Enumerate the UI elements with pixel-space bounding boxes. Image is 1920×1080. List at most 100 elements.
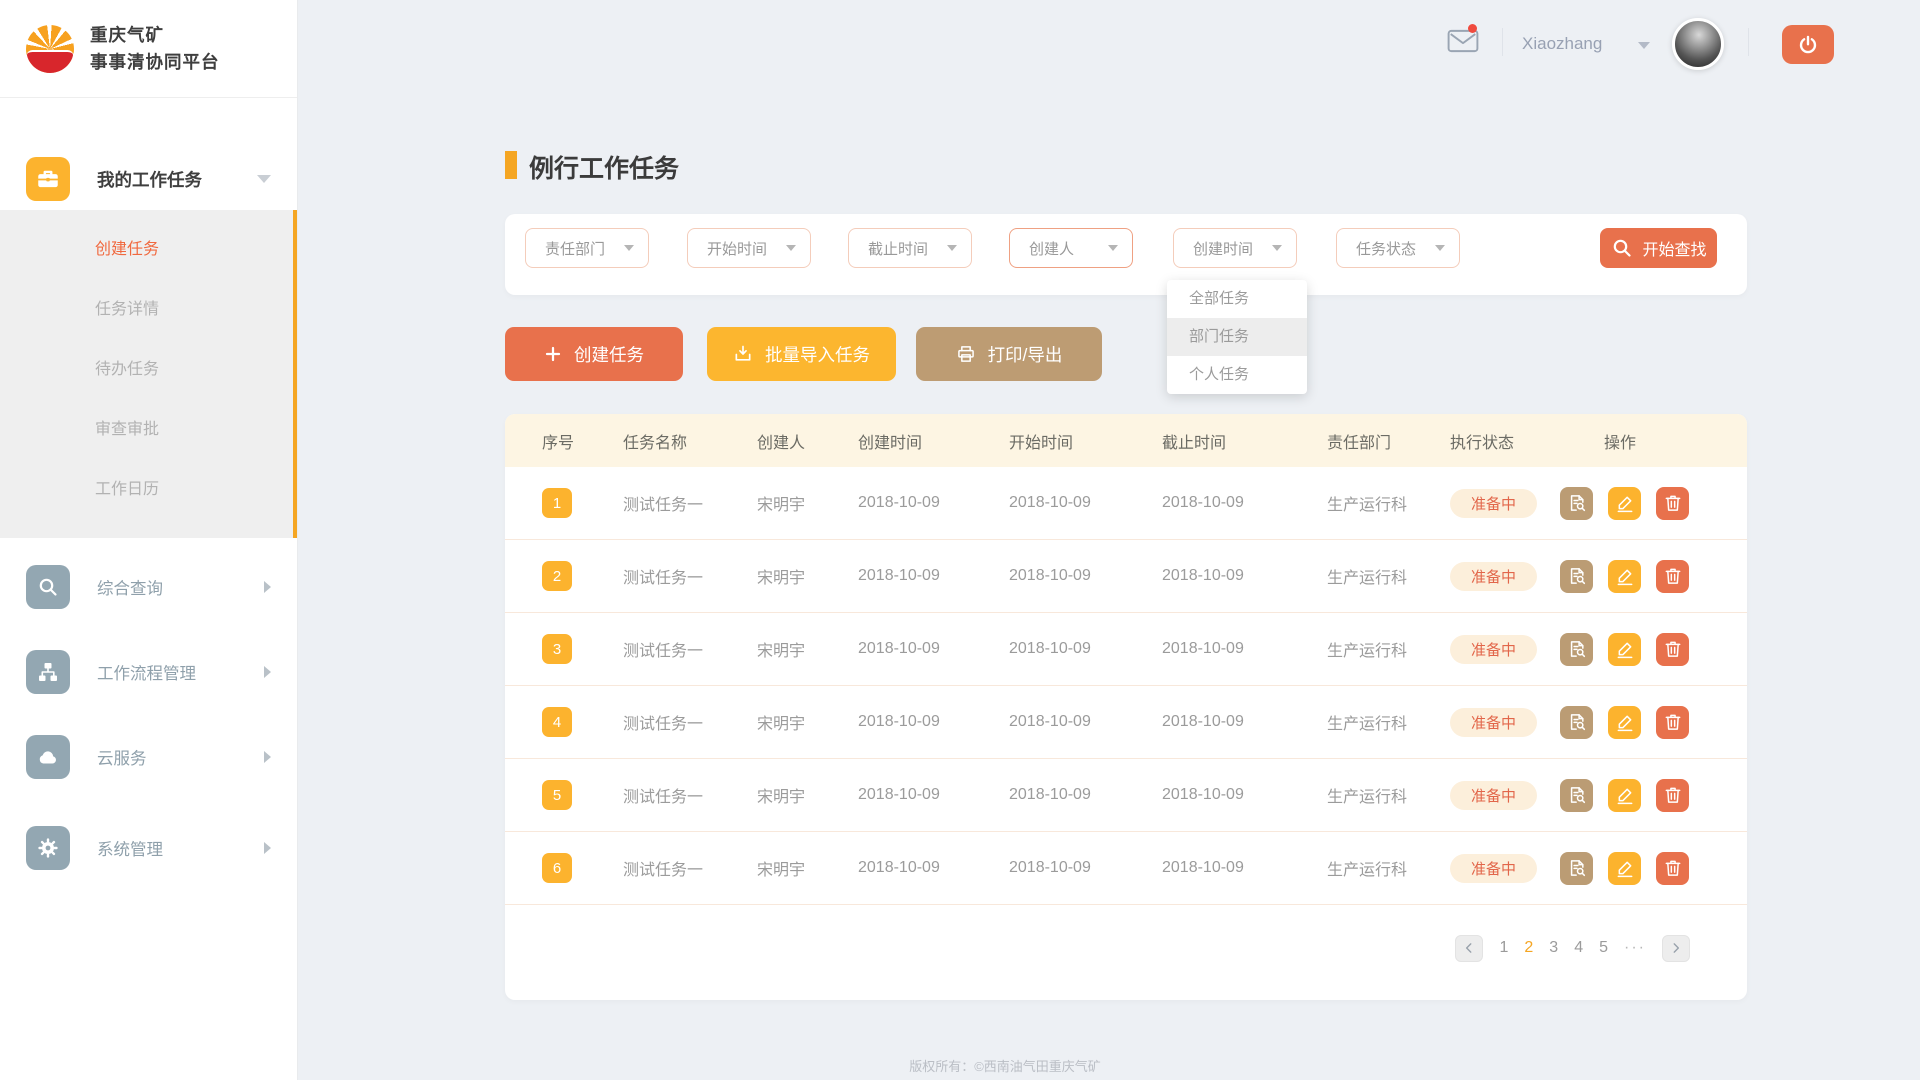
sidebar-group-cloud[interactable]: 云服务 <box>0 735 297 779</box>
search-button[interactable]: 开始查找 <box>1600 228 1717 268</box>
caret-down-icon <box>1272 245 1282 251</box>
view-button[interactable] <box>1560 633 1593 666</box>
gear-icon <box>26 826 70 870</box>
edit-button[interactable] <box>1608 779 1641 812</box>
sidebar-item-2[interactable]: 任务详情 <box>0 280 297 340</box>
filter-select-4[interactable]: 创建人 <box>1009 228 1133 268</box>
task-table-card: 序号任务名称创建人创建时间开始时间截止时间责任部门执行状态操作 1 测试任务一宋明… <box>505 414 1747 1000</box>
notification-dot <box>1468 24 1477 33</box>
dropdown-option-1[interactable]: 全部任务 <box>1167 280 1307 318</box>
created-date-cell: 2018-10-09 <box>858 859 940 876</box>
sidebar-item-4[interactable]: 审查审批 <box>0 400 297 460</box>
row-number-badge: 1 <box>542 488 572 518</box>
filter-select-3[interactable]: 截止时间 <box>848 228 972 268</box>
delete-button[interactable] <box>1656 633 1689 666</box>
page-title: 例行工作任务 <box>529 149 679 185</box>
edit-button[interactable] <box>1608 706 1641 739</box>
filter-select-1[interactable]: 责任部门 <box>525 228 649 268</box>
column-header-1: 序号 <box>542 429 623 453</box>
user-menu-caret-icon[interactable] <box>1638 42 1650 49</box>
dropdown-option-2[interactable]: 部门任务 <box>1167 318 1307 356</box>
end-date-cell: 2018-10-09 <box>1162 567 1244 584</box>
edit-button[interactable] <box>1608 852 1641 885</box>
caret-down-icon <box>947 245 957 251</box>
edit-icon <box>1615 858 1635 878</box>
task-name-cell: 测试任务一 <box>623 497 703 514</box>
pagination: 12345··· <box>505 906 1747 1000</box>
filter-select-label: 创建时间 <box>1193 238 1253 259</box>
page-number-3[interactable]: 3 <box>1549 939 1558 957</box>
chevron-right-icon <box>264 842 271 854</box>
dropdown-option-3[interactable]: 个人任务 <box>1167 356 1307 394</box>
view-button[interactable] <box>1560 779 1593 812</box>
delete-button[interactable] <box>1656 706 1689 739</box>
status-badge: 准备中 <box>1450 562 1537 591</box>
view-button[interactable] <box>1560 852 1593 885</box>
delete-button[interactable] <box>1656 487 1689 520</box>
sidebar-group-my-tasks[interactable]: 我的工作任务 <box>0 156 297 202</box>
search-icon <box>1610 236 1634 260</box>
sidebar-submenu: 创建任务任务详情待办任务审查审批工作日历 <box>0 210 297 538</box>
sidebar-item-1[interactable]: 创建任务 <box>0 220 297 280</box>
sidebar: 重庆气矿 事事清协同平台 我的工作任务 创建任务任务详情待办任务审查审批工作日历… <box>0 0 298 1080</box>
delete-icon <box>1663 858 1683 878</box>
action-button-printer[interactable]: 打印/导出 <box>916 327 1102 381</box>
view-button[interactable] <box>1560 487 1593 520</box>
sidebar-group-label: 工作流程管理 <box>97 660 196 684</box>
view-button[interactable] <box>1560 706 1593 739</box>
view-icon <box>1567 493 1587 513</box>
delete-button[interactable] <box>1656 779 1689 812</box>
username-label[interactable]: Xiaozhang <box>1522 34 1602 54</box>
status-badge: 准备中 <box>1450 854 1537 883</box>
end-date-cell: 2018-10-09 <box>1162 713 1244 730</box>
task-name-cell: 测试任务一 <box>623 570 703 587</box>
filter-select-2[interactable]: 开始时间 <box>687 228 811 268</box>
avatar[interactable] <box>1672 18 1724 70</box>
start-date-cell: 2018-10-09 <box>1009 859 1091 876</box>
sitemap-icon <box>26 650 70 694</box>
creator-cell: 宋明宇 <box>757 716 805 733</box>
status-badge: 准备中 <box>1450 635 1537 664</box>
status-badge: 准备中 <box>1450 781 1537 810</box>
mail-button[interactable] <box>1447 28 1479 59</box>
edit-icon <box>1615 712 1635 732</box>
action-button-label: 打印/导出 <box>988 342 1063 367</box>
sidebar-item-3[interactable]: 待办任务 <box>0 340 297 400</box>
plus-icon <box>544 345 562 363</box>
chevron-right-icon <box>264 666 271 678</box>
sidebar-item-5[interactable]: 工作日历 <box>0 460 297 520</box>
sidebar-group-search[interactable]: 综合查询 <box>0 565 297 609</box>
view-button[interactable] <box>1560 560 1593 593</box>
sidebar-group-sitemap[interactable]: 工作流程管理 <box>0 650 297 694</box>
action-button-plus[interactable]: 创建任务 <box>505 327 683 381</box>
table-header-row: 序号任务名称创建人创建时间开始时间截止时间责任部门执行状态操作 <box>505 414 1747 467</box>
page-number-4[interactable]: 4 <box>1574 939 1583 957</box>
edit-button[interactable] <box>1608 487 1641 520</box>
delete-button[interactable] <box>1656 560 1689 593</box>
end-date-cell: 2018-10-09 <box>1162 859 1244 876</box>
chevron-right-icon <box>264 581 271 593</box>
start-date-cell: 2018-10-09 <box>1009 713 1091 730</box>
briefcase-icon <box>26 157 70 201</box>
caret-down-icon <box>624 245 634 251</box>
filter-select-5[interactable]: 创建时间 <box>1173 228 1297 268</box>
filter-select-6[interactable]: 任务状态 <box>1336 228 1460 268</box>
row-number-badge: 3 <box>542 634 572 664</box>
delete-button[interactable] <box>1656 852 1689 885</box>
sidebar-group-gear[interactable]: 系统管理 <box>0 826 297 870</box>
page-number-5[interactable]: 5 <box>1599 939 1608 957</box>
view-icon <box>1567 712 1587 732</box>
edit-button[interactable] <box>1608 560 1641 593</box>
table-row: 1测试任务一宋明宇2018-10-092018-10-092018-10-09生… <box>505 467 1747 540</box>
page-number-2[interactable]: 2 <box>1524 939 1533 957</box>
page-number-1[interactable]: 1 <box>1499 939 1508 957</box>
action-button-import[interactable]: 批量导入任务 <box>707 327 896 381</box>
logout-button[interactable] <box>1782 25 1834 64</box>
prev-page-button[interactable] <box>1455 935 1483 962</box>
delete-icon <box>1663 785 1683 805</box>
row-number-badge: 6 <box>542 853 572 883</box>
edit-button[interactable] <box>1608 633 1641 666</box>
delete-icon <box>1663 493 1683 513</box>
next-page-button[interactable] <box>1662 935 1690 962</box>
column-header-7: 责任部门 <box>1327 429 1450 453</box>
